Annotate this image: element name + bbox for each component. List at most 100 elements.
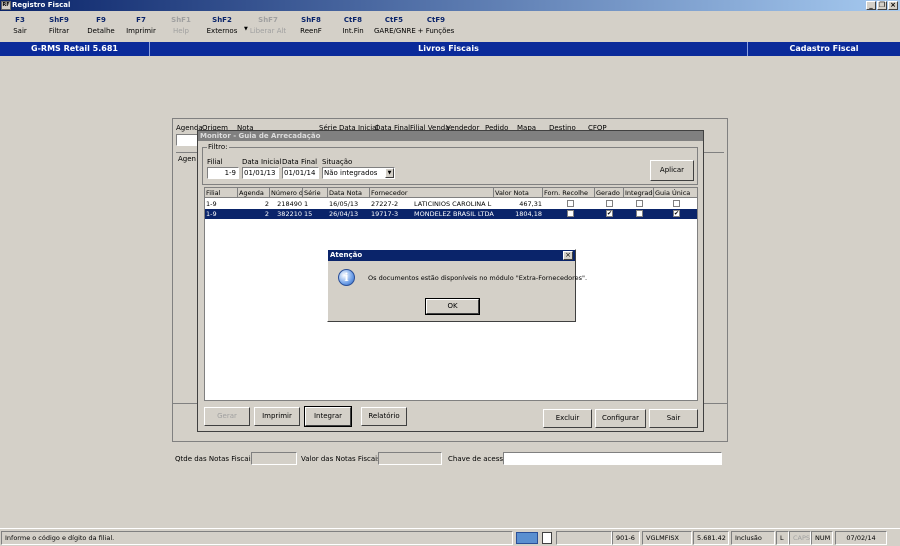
- unchecked-checkbox-gerado[interactable]: [606, 200, 613, 207]
- toolbar-key: ShF8: [301, 16, 321, 24]
- minimize-icon[interactable]: _: [866, 1, 876, 10]
- configurar-button[interactable]: Configurar: [595, 409, 646, 428]
- toolbar-key: CtF5: [384, 16, 404, 24]
- toolbar-button-sair[interactable]: F3 Sair: [0, 15, 40, 37]
- grid-cell-forn-cod: 27227-2: [371, 200, 399, 208]
- unchecked-checkbox-integrado[interactable]: [636, 200, 643, 207]
- aplicar-button[interactable]: Aplicar: [650, 160, 694, 181]
- data-inicial-input[interactable]: 01/01/13: [242, 167, 279, 179]
- dialog-title: Monitor - Guia de Arrecadação: [198, 131, 703, 141]
- toolbar-label: + Funções: [417, 27, 455, 35]
- grid-header[interactable]: Guia Única: [654, 188, 698, 198]
- toolbar-label: Filtrar: [48, 27, 70, 35]
- data-final-label: Data Final: [282, 158, 318, 166]
- toolbar-label: Externos: [206, 27, 238, 35]
- toolbar-key: ShF1: [171, 16, 191, 24]
- situacao-select[interactable]: Não integrados ▼: [322, 167, 395, 179]
- ok-button[interactable]: OK: [425, 298, 480, 315]
- grid-header[interactable]: Filial: [205, 188, 238, 198]
- info-icon: i: [338, 269, 355, 286]
- toolbar-button-int-fin[interactable]: CtF8 Int.Fin: [333, 15, 373, 37]
- grid-cell-serie: 15: [304, 210, 313, 218]
- grid-header[interactable]: Integrado: [624, 188, 654, 198]
- status-empty: [556, 531, 612, 545]
- grid-cell-forn-nome: MONDELEZ BRASIL LTDA: [414, 210, 494, 218]
- unchecked-checkbox-recolhe[interactable]: [567, 200, 574, 207]
- checked-checkbox-gerado[interactable]: ✔: [606, 210, 613, 217]
- filter-group: Filtro: Filial 1-9 Data Inicial 01/01/13…: [202, 143, 698, 185]
- grid-header[interactable]: Forn. Recolhe: [543, 188, 595, 198]
- sair-button[interactable]: Sair: [649, 409, 698, 428]
- alert-message: Os documentos estão disponíveis no módul…: [368, 274, 588, 282]
- grid-header[interactable]: Série: [303, 188, 328, 198]
- module-header: G-RMS Retail 5.681 Livros Fiscais Cadast…: [0, 42, 900, 56]
- status-user: VGLMFISX: [642, 531, 692, 545]
- table-row[interactable]: 1-9 2 218490 1 16/05/13 27227-2 LATICINIOS CAR…: [205, 199, 697, 209]
- toolbar-key: F9: [96, 16, 106, 24]
- restore-icon[interactable]: ❐: [877, 1, 887, 10]
- status-l: L: [776, 531, 789, 545]
- background-agenda-field[interactable]: [176, 134, 198, 146]
- grid-cell-filial: 1-9: [206, 210, 217, 218]
- excluir-button[interactable]: Excluir: [543, 409, 592, 428]
- grid-cell-agenda: 2: [264, 210, 269, 218]
- grid-header[interactable]: Agenda: [238, 188, 270, 198]
- gerar-button[interactable]: Gerar: [204, 407, 250, 426]
- toolbar-button-imprimir[interactable]: F7 Imprimir: [121, 15, 161, 37]
- toolbar-button-reenf[interactable]: ShF8 ReenF: [291, 15, 331, 37]
- imprimir-button[interactable]: Imprimir: [254, 407, 300, 426]
- qtde-notas-field: [251, 452, 297, 465]
- relatorio-button[interactable]: Relatório: [361, 407, 407, 426]
- unchecked-checkbox-guia[interactable]: [673, 200, 680, 207]
- grid-header[interactable]: Valor Nota: [494, 188, 543, 198]
- unchecked-checkbox-recolhe[interactable]: [567, 210, 574, 217]
- toolbar-label: Sair: [13, 27, 27, 35]
- close-icon[interactable]: ×: [888, 1, 898, 10]
- integrar-button[interactable]: Integrar: [304, 406, 352, 427]
- grid-header[interactable]: Gerado: [595, 188, 624, 198]
- chevron-down-icon[interactable]: ▼: [385, 168, 394, 178]
- grid-cell-serie: 1: [304, 200, 309, 208]
- status-code: 901-6: [612, 531, 640, 545]
- keyboard-icon[interactable]: [516, 532, 538, 544]
- document-icon[interactable]: [542, 532, 552, 544]
- status-date: 07/02/14: [835, 531, 887, 545]
- toolbar-button-fun-es[interactable]: CtF9 + Funções: [416, 15, 456, 37]
- toolbar-button-liberar-alt[interactable]: ShF7 Liberar Alt: [248, 15, 288, 37]
- data-final-input[interactable]: 01/01/14: [282, 167, 319, 179]
- toolbar-button-detalhe[interactable]: F9 Detalhe: [81, 15, 121, 37]
- grid-cell-data: 26/04/13: [329, 210, 359, 218]
- status-message: Informe o código e dígito da filial.: [1, 531, 513, 545]
- toolbar-key: F7: [136, 16, 146, 24]
- status-bar: Informe o código e dígito da filial. 901…: [0, 528, 900, 546]
- grid-cell-numero: 218490: [277, 200, 302, 208]
- grid-header[interactable]: Data Nota: [328, 188, 370, 198]
- toolbar-key: ShF7: [258, 16, 278, 24]
- window-title: Registro Fiscal: [12, 1, 71, 9]
- dropdown-arrow-icon[interactable]: ▼: [244, 26, 248, 32]
- table-row[interactable]: 1-9 2 382210 15 26/04/13 19717-3 MONDELEZ BRAS…: [205, 209, 697, 219]
- toolbar-label: Liberar Alt: [249, 27, 287, 35]
- app-icon[interactable]: RF: [1, 1, 11, 10]
- toolbar-button-filtrar[interactable]: ShF9 Filtrar: [39, 15, 79, 37]
- product-version: G-RMS Retail 5.681: [0, 42, 150, 56]
- checked-checkbox-guia[interactable]: ✔: [673, 210, 680, 217]
- toolbar-key: ShF9: [49, 16, 69, 24]
- toolbar-key: CtF8: [343, 16, 363, 24]
- toolbar-label: GARE/GNRE: [374, 27, 416, 35]
- toolbar-button-gare-gnre[interactable]: CtF5 GARE/GNRE: [374, 15, 416, 37]
- grid-header[interactable]: Fornecedor: [370, 188, 494, 198]
- filial-input[interactable]: 1-9: [207, 167, 239, 179]
- status-caps: CAPS: [789, 531, 811, 545]
- toolbar-label: Imprimir: [126, 27, 156, 35]
- module-title: Livros Fiscais: [150, 42, 748, 56]
- status-num: NUM: [811, 531, 833, 545]
- close-icon[interactable]: ×: [563, 251, 573, 260]
- toolbar-button-externos[interactable]: ShF2 Externos: [202, 15, 242, 37]
- unchecked-checkbox-integrado[interactable]: [636, 210, 643, 217]
- grid-header[interactable]: Número da: [270, 188, 303, 198]
- toolbar-button-help[interactable]: ShF1 Help: [161, 15, 201, 37]
- filial-label: Filial: [207, 158, 223, 166]
- toolbar-label: Help: [173, 27, 189, 35]
- chave-acesso-field[interactable]: [503, 452, 722, 465]
